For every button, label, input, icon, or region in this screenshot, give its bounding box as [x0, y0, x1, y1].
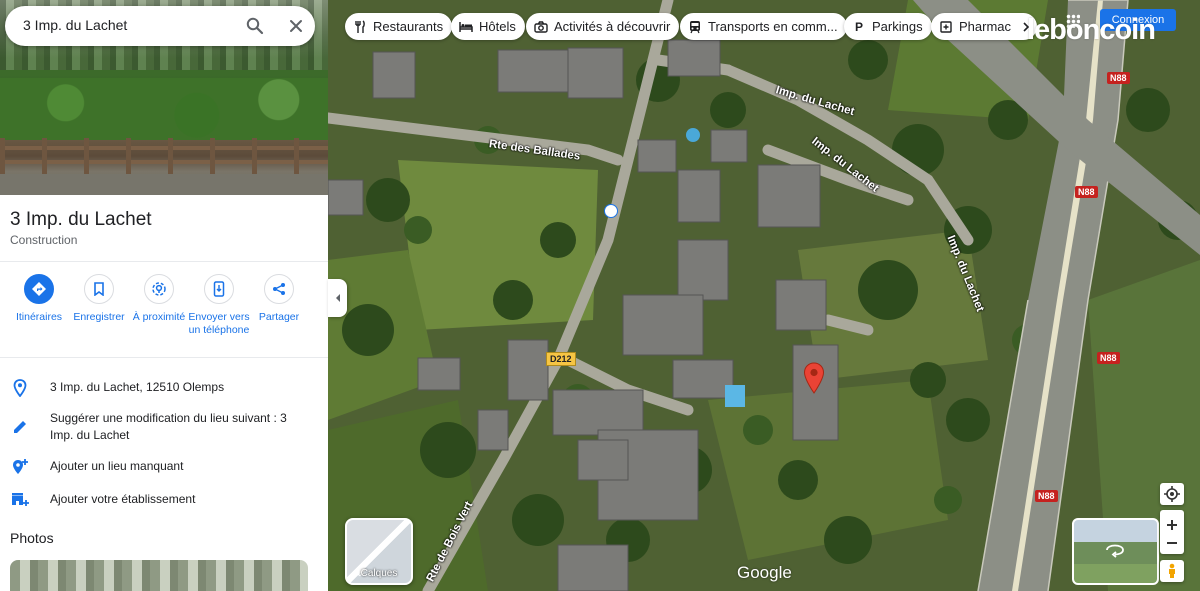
hero-fence	[0, 138, 328, 174]
zoom-in-icon[interactable]	[1166, 519, 1178, 531]
chip-restaurants[interactable]: Restaurants	[345, 13, 453, 40]
search-box[interactable]: 3 Imp. du Lachet	[5, 6, 315, 46]
rotate-360-icon	[1106, 544, 1124, 558]
share-icon	[264, 274, 294, 304]
restaurant-icon	[353, 19, 367, 34]
place-category[interactable]: Construction	[10, 233, 77, 247]
bookmark-icon	[84, 274, 114, 304]
close-icon[interactable]	[282, 12, 310, 40]
send-to-phone-icon	[204, 274, 234, 304]
bus-stop-icon[interactable]	[604, 204, 618, 218]
directions-button[interactable]: Itinéraires	[7, 274, 71, 324]
nearby-button[interactable]: À proximité	[127, 274, 191, 324]
chip-activities[interactable]: Activités à découvrir	[526, 13, 680, 40]
suggest-edit-text: Suggérer une modification du lieu suivan…	[50, 411, 287, 442]
search-icon[interactable]	[241, 12, 269, 40]
location-marker-icon[interactable]	[803, 362, 825, 394]
chip-transit[interactable]: Transports en comm...	[680, 13, 847, 40]
directions-icon	[24, 274, 54, 304]
zoom-out-icon[interactable]	[1166, 541, 1178, 545]
satellite-map[interactable]	[328, 0, 1200, 591]
pharmacy-icon	[939, 20, 953, 34]
address-text: 3 Imp. du Lachet, 12510 Olemps	[50, 380, 225, 394]
save-button[interactable]: Enregistrer	[67, 274, 131, 324]
pegman-icon	[1169, 563, 1175, 578]
chevron-left-icon	[335, 294, 340, 302]
chip-label: Pharmac	[959, 19, 1012, 34]
camera-icon	[534, 20, 548, 34]
send-to-phone-label: Envoyer vers un téléphone	[188, 311, 250, 336]
pegman-button[interactable]	[1160, 560, 1184, 582]
transit-icon	[688, 20, 702, 34]
my-location-button[interactable]	[1160, 483, 1184, 505]
chip-hotels[interactable]: Hôtels	[451, 13, 525, 40]
add-business-icon	[10, 490, 30, 510]
route-badge-n88: N88	[1097, 352, 1120, 364]
directions-label: Itinéraires	[15, 311, 63, 323]
nearby-label: À proximité	[132, 311, 186, 323]
route-badge-n88: N88	[1035, 490, 1058, 502]
hotel-icon	[459, 20, 473, 34]
layers-button[interactable]: Calques	[345, 518, 413, 585]
share-button[interactable]: Partager	[247, 274, 311, 324]
add-business-text: Ajouter votre établissement	[50, 492, 196, 506]
location-pin-icon	[10, 378, 30, 398]
add-place-icon	[10, 457, 30, 477]
place-panel: 3 Imp. du Lachet 3 Imp. du Lachet Constr…	[0, 0, 328, 591]
chip-label: Restaurants	[373, 19, 444, 34]
hero-hedge	[0, 78, 328, 140]
route-badge-d212: D212	[546, 352, 576, 366]
collapse-panel-button[interactable]	[328, 279, 347, 317]
hero-wall	[0, 174, 328, 195]
edit-pencil-icon	[10, 417, 30, 437]
place-title: 3 Imp. du Lachet	[10, 209, 152, 230]
photo-thumbnail[interactable]	[10, 560, 308, 591]
divider	[0, 261, 328, 262]
chip-label: Transports en comm...	[708, 19, 838, 34]
search-input[interactable]: 3 Imp. du Lachet	[23, 17, 127, 33]
add-missing-place-text: Ajouter un lieu manquant	[50, 459, 184, 473]
photos-heading: Photos	[10, 530, 54, 546]
chip-label: Parkings	[872, 19, 923, 34]
chip-parkings[interactable]: P Parkings	[844, 13, 932, 40]
save-label: Enregistrer	[73, 311, 125, 323]
divider	[0, 357, 328, 358]
google-watermark: Google	[737, 563, 792, 582]
chip-label: Hôtels	[479, 19, 516, 34]
street-view-thumbnail[interactable]	[1072, 518, 1159, 585]
layers-label: Calques	[360, 568, 398, 579]
share-label: Partager	[258, 311, 300, 323]
parking-icon: P	[854, 19, 863, 34]
leboncoin-logo: leboncoin	[1027, 14, 1156, 46]
satellite-imagery	[328, 0, 1200, 591]
route-badge-n88: N88	[1107, 72, 1130, 84]
my-location-icon	[1164, 486, 1180, 502]
chip-pharmacies[interactable]: Pharmac	[931, 13, 1038, 40]
nearby-icon	[144, 274, 174, 304]
zoom-controls	[1160, 510, 1184, 554]
chip-label: Activités à découvrir	[554, 19, 671, 34]
route-badge-n88: N88	[1075, 186, 1098, 198]
send-to-phone-button[interactable]: Envoyer vers un téléphone	[187, 274, 251, 337]
